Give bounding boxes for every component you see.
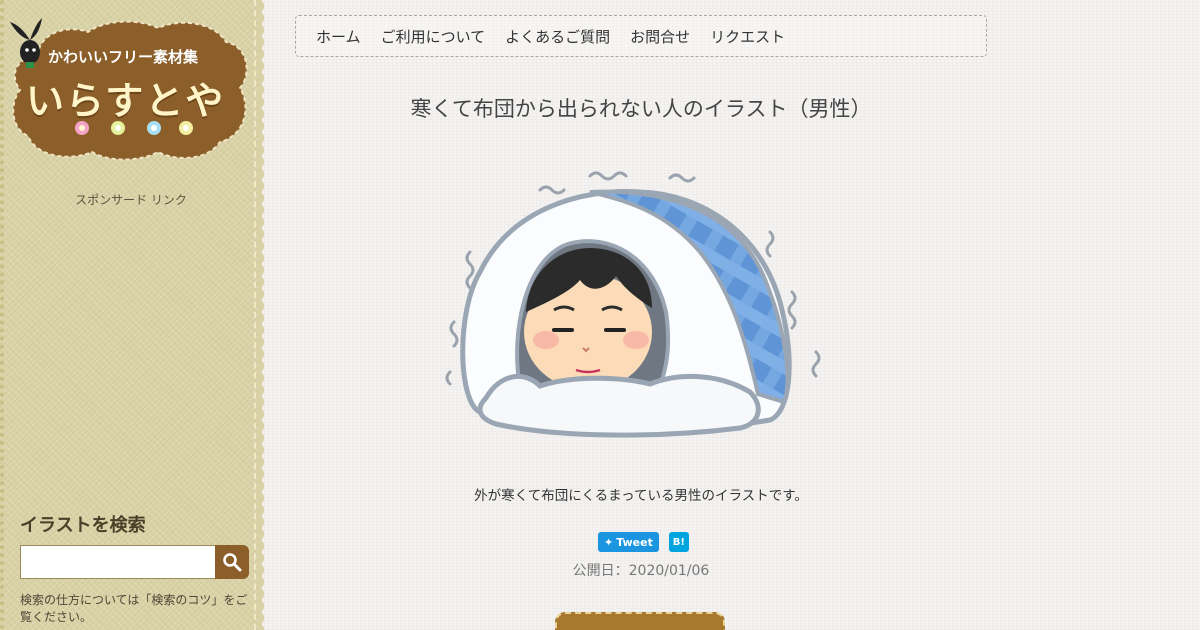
- nav-item-usage[interactable]: ご利用について: [381, 26, 486, 47]
- site-logo[interactable]: かわいいフリー素材集 いらすとや: [8, 16, 252, 162]
- category-badge-partial[interactable]: [555, 612, 725, 630]
- share-buttons: ✦ Tweet B!: [598, 532, 689, 552]
- nav-item-home[interactable]: ホーム: [316, 26, 361, 47]
- tweet-label: Tweet: [616, 535, 653, 549]
- logo-name: いらすとや: [26, 79, 226, 123]
- post-title: 寒くて布団から出られない人のイラスト（男性）: [410, 97, 872, 121]
- man-in-futon-illustration: [445, 171, 821, 438]
- post-caption: 外が寒くて布団にくるまっている男性のイラストです。: [474, 488, 808, 504]
- search-button[interactable]: [215, 545, 249, 579]
- main-nav: ホーム ご利用について よくあるご質問 お問合せ リクエスト: [295, 15, 987, 57]
- search-help-text: 検索の仕方については「検索のコツ」をご覧ください。: [20, 593, 248, 624]
- sidebar-scalloped-edge: [258, 0, 272, 630]
- post-illustration[interactable]: [440, 162, 840, 447]
- search-input[interactable]: [20, 545, 216, 579]
- search-section-title: イラストを検索: [20, 515, 146, 536]
- nav-item-faq[interactable]: よくあるご質問: [505, 26, 610, 47]
- search-icon: [223, 553, 242, 572]
- logo-tagline: かわいいフリー素材集: [48, 48, 199, 66]
- sponsored-link-label: スポンサード リンク: [75, 193, 187, 207]
- sidebar-stitch-divider: [254, 0, 256, 630]
- publish-date: 公開日：2020/01/06: [572, 563, 710, 579]
- tweet-button[interactable]: ✦ Tweet: [598, 532, 659, 552]
- twitter-bird-icon: ✦: [604, 535, 614, 549]
- nav-item-contact[interactable]: お問合せ: [630, 26, 690, 47]
- nav-item-request[interactable]: リクエスト: [710, 26, 785, 47]
- hatena-bookmark-button[interactable]: B!: [668, 532, 689, 552]
